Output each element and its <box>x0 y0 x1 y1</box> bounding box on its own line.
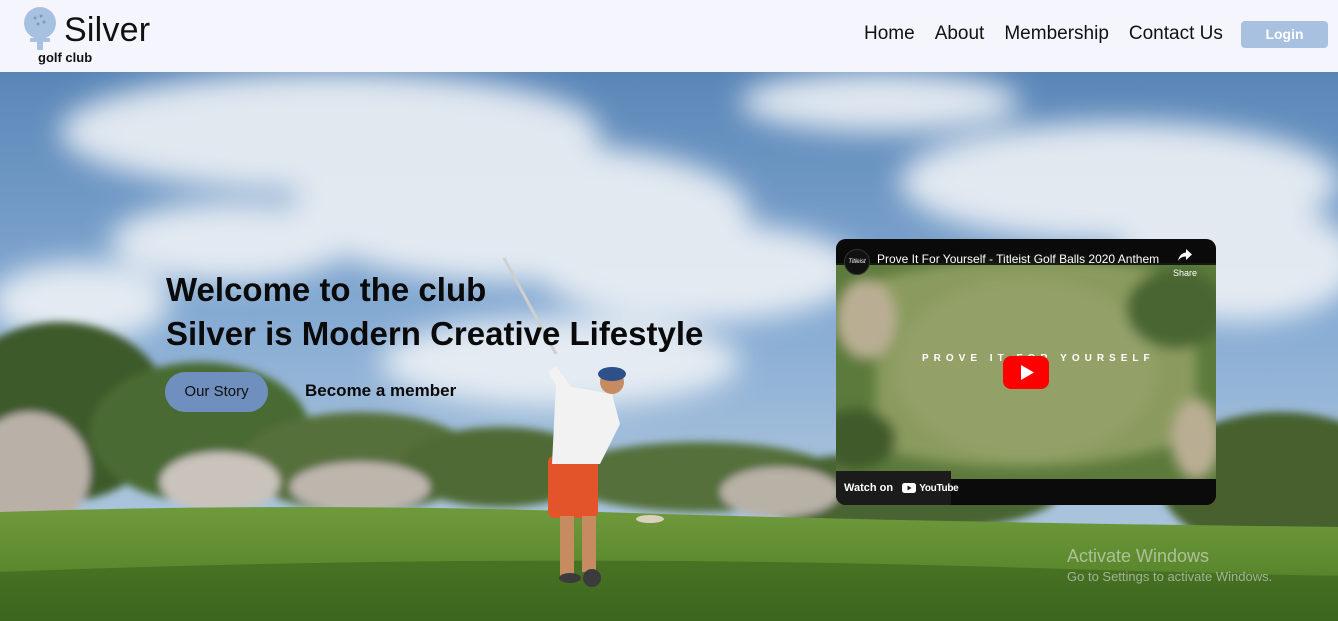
headline-line-2: Silver is Modern Creative Lifestyle <box>166 315 704 352</box>
brand-logo[interactable]: Silver golf club <box>22 4 162 68</box>
youtube-embed[interactable]: Titleist Prove It For Yourself - Titleis… <box>836 239 1216 505</box>
nav-membership-link[interactable]: Membership <box>1004 20 1109 48</box>
nav-about-link[interactable]: About <box>935 20 985 48</box>
video-title[interactable]: Prove It For Yourself - Titleist Golf Ba… <box>877 252 1159 266</box>
main-nav: Home About Membership Contact Us <box>864 20 1243 48</box>
share-button[interactable]: Share <box>1172 248 1198 278</box>
become-member-link[interactable]: Become a member <box>305 380 456 402</box>
nav-contact-link[interactable]: Contact Us <box>1129 20 1223 48</box>
watermark-line-1: Activate Windows <box>1067 546 1210 566</box>
brand-name: Silver <box>64 11 151 49</box>
watch-on-youtube-button[interactable]: Watch on YouTube <box>836 471 959 505</box>
watch-on-label: Watch on <box>844 482 894 494</box>
headline-line-1: Welcome to the club <box>166 271 487 308</box>
youtube-logo-icon <box>902 483 917 493</box>
login-button[interactable]: Login <box>1241 21 1328 48</box>
channel-logo[interactable]: Titleist <box>844 249 870 275</box>
nav-home-link[interactable]: Home <box>864 20 915 48</box>
hero-headline: Welcome to the club Silver is Modern Cre… <box>166 268 703 356</box>
youtube-wordmark: YouTube <box>919 483 959 494</box>
hero-section: Welcome to the club Silver is Modern Cre… <box>0 72 1338 621</box>
our-story-button[interactable]: Our Story <box>165 372 268 412</box>
activate-windows-watermark: Activate Windows Go to Settings to activ… <box>1067 545 1272 586</box>
watermark-line-2: Go to Settings to activate Windows. <box>1067 569 1273 584</box>
play-icon[interactable] <box>1003 356 1049 389</box>
top-navbar: Silver golf club Home About Membership C… <box>0 0 1338 72</box>
brand-subtitle: golf club <box>38 50 93 65</box>
share-label: Share <box>1172 268 1198 278</box>
golf-ball-tee-icon <box>24 7 56 50</box>
share-icon <box>1178 249 1192 261</box>
